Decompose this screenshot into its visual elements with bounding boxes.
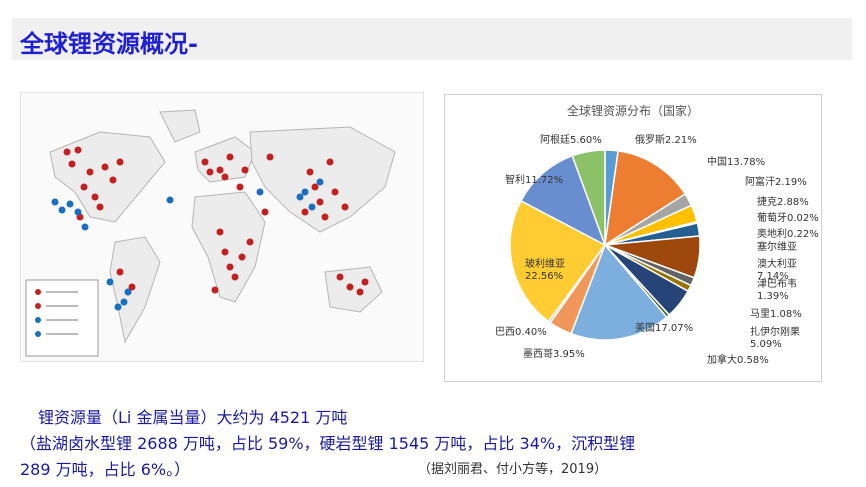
hard-rock-deposit-dot	[331, 188, 339, 196]
hard-rock-deposit-dot	[356, 288, 364, 296]
pie-slice-label: 捷克2.88%	[757, 195, 809, 208]
hard-rock-deposit-dot	[74, 146, 82, 154]
brine-deposit-dot	[74, 208, 82, 216]
hard-rock-deposit-dot	[266, 153, 274, 161]
hard-rock-deposit-dot	[216, 228, 224, 236]
hard-rock-deposit-dot	[86, 168, 94, 176]
resource-breakdown-line-2: 289 万吨，占比 6%。）	[20, 460, 191, 479]
hard-rock-deposit-dot	[238, 253, 246, 261]
brine-deposit-dot	[106, 278, 114, 286]
hard-rock-deposit-dot	[101, 163, 109, 171]
legend-symbol	[35, 303, 41, 309]
brine-deposit-dot	[114, 303, 122, 311]
brine-deposit-dot	[166, 196, 174, 204]
pie-slice-label: 巴西0.40%	[495, 326, 547, 338]
hard-rock-deposit-dot	[326, 158, 334, 166]
pie-slice-label: 阿富汗2.19%	[745, 175, 807, 188]
hard-rock-deposit-dot	[80, 183, 88, 191]
hard-rock-deposit-dot	[96, 203, 104, 211]
brine-deposit-dot	[81, 223, 89, 231]
brine-deposit-dot	[308, 203, 316, 211]
hard-rock-deposit-dot	[221, 248, 229, 256]
pie-slice-label: 津巴布韦 1.39%	[757, 278, 797, 302]
hard-rock-deposit-dot	[261, 208, 269, 216]
pie-slice-label: 智利11.72%	[505, 173, 563, 186]
legend-symbol	[35, 317, 41, 323]
hard-rock-deposit-dot	[109, 176, 117, 184]
pie-slice-label: 中国13.78%	[707, 155, 765, 168]
hard-rock-deposit-dot	[68, 160, 76, 168]
hard-rock-deposit-dot	[231, 273, 239, 281]
pie-slice-label: 墨西哥3.95%	[523, 348, 585, 360]
hard-rock-deposit-dot	[316, 198, 324, 206]
hard-rock-deposit-dot	[226, 153, 234, 161]
legend-symbol	[35, 331, 41, 337]
brine-deposit-dot	[51, 198, 59, 206]
hard-rock-deposit-dot	[206, 168, 214, 176]
world-lithium-map	[19, 91, 425, 363]
hard-rock-deposit-dot	[301, 208, 309, 216]
brine-deposit-dot	[120, 298, 128, 306]
resource-summary-line: 锂资源量（Li 金属当量）大约为 4521 万吨	[38, 408, 348, 427]
hard-rock-deposit-dot	[311, 183, 319, 191]
brine-deposit-dot	[66, 200, 74, 208]
chart-title: 全球锂资源分布（国家）	[567, 103, 699, 118]
hard-rock-deposit-dot	[346, 283, 354, 291]
hard-rock-deposit-dot	[321, 213, 329, 221]
hard-rock-deposit-dot	[241, 166, 249, 174]
hard-rock-deposit-dot	[221, 173, 229, 181]
pie-chart-panel: 全球锂资源分布（国家） 俄罗斯2.21% 中国13.78% 阿富汗2.19% 捷克2.…	[444, 94, 822, 382]
pie-slice-label: 美国17.07%	[635, 321, 693, 334]
brine-deposit-dot	[296, 193, 304, 201]
hard-rock-deposit-dot	[216, 166, 224, 174]
citation: （据刘丽君、付小方等，2019）	[418, 462, 608, 477]
hard-rock-deposit-dot	[336, 273, 344, 281]
hard-rock-deposit-dot	[91, 193, 99, 201]
brine-deposit-dot	[58, 206, 66, 214]
hard-rock-deposit-dot	[341, 203, 349, 211]
pie-slice-label: 奥地利0.22%	[757, 227, 819, 240]
pie-slice-label: 俄罗斯2.21%	[635, 133, 697, 146]
pie-slice-label: 加拿大0.58%	[707, 353, 769, 366]
pie-slice-label: 扎伊尔刚果 5.09%	[750, 325, 800, 350]
brine-deposit-dot	[124, 288, 132, 296]
hard-rock-deposit-dot	[246, 238, 254, 246]
pie-slice-label: 塞尔维亚	[757, 240, 797, 253]
brine-deposit-dot	[301, 188, 309, 196]
hard-rock-deposit-dot	[236, 183, 244, 191]
pie-slice-label: 马里1.08%	[750, 308, 802, 320]
hard-rock-deposit-dot	[116, 268, 124, 276]
pie-slice-label: 葡萄牙0.02%	[757, 211, 819, 224]
slide-title: 全球锂资源概况-	[20, 30, 198, 58]
brine-deposit-dot	[316, 178, 324, 186]
legend-symbol	[35, 289, 41, 295]
hard-rock-deposit-dot	[63, 148, 71, 156]
hard-rock-deposit-dot	[211, 286, 219, 294]
hard-rock-deposit-dot	[306, 168, 314, 176]
hard-rock-deposit-dot	[201, 158, 209, 166]
pie-slice-label: 玻利维亚 22.56%	[525, 257, 565, 282]
pie-chart: 全球锂资源分布（国家） 俄罗斯2.21% 中国13.78% 阿富汗2.19% 捷克2.…	[495, 103, 819, 366]
hard-rock-deposit-dot	[116, 158, 124, 166]
hard-rock-deposit-dot	[226, 263, 234, 271]
resource-breakdown-line: （盐湖卤水型锂 2688 万吨，占比 59%，硬岩型锂 1545 万吨，占比 3…	[20, 434, 636, 453]
brine-deposit-dot	[256, 188, 264, 196]
title-bar: 全球锂资源概况-	[12, 18, 852, 60]
pie-slice-label: 阿根廷5.60%	[540, 133, 602, 146]
map-figure	[19, 91, 425, 363]
hard-rock-deposit-dot	[361, 278, 369, 286]
